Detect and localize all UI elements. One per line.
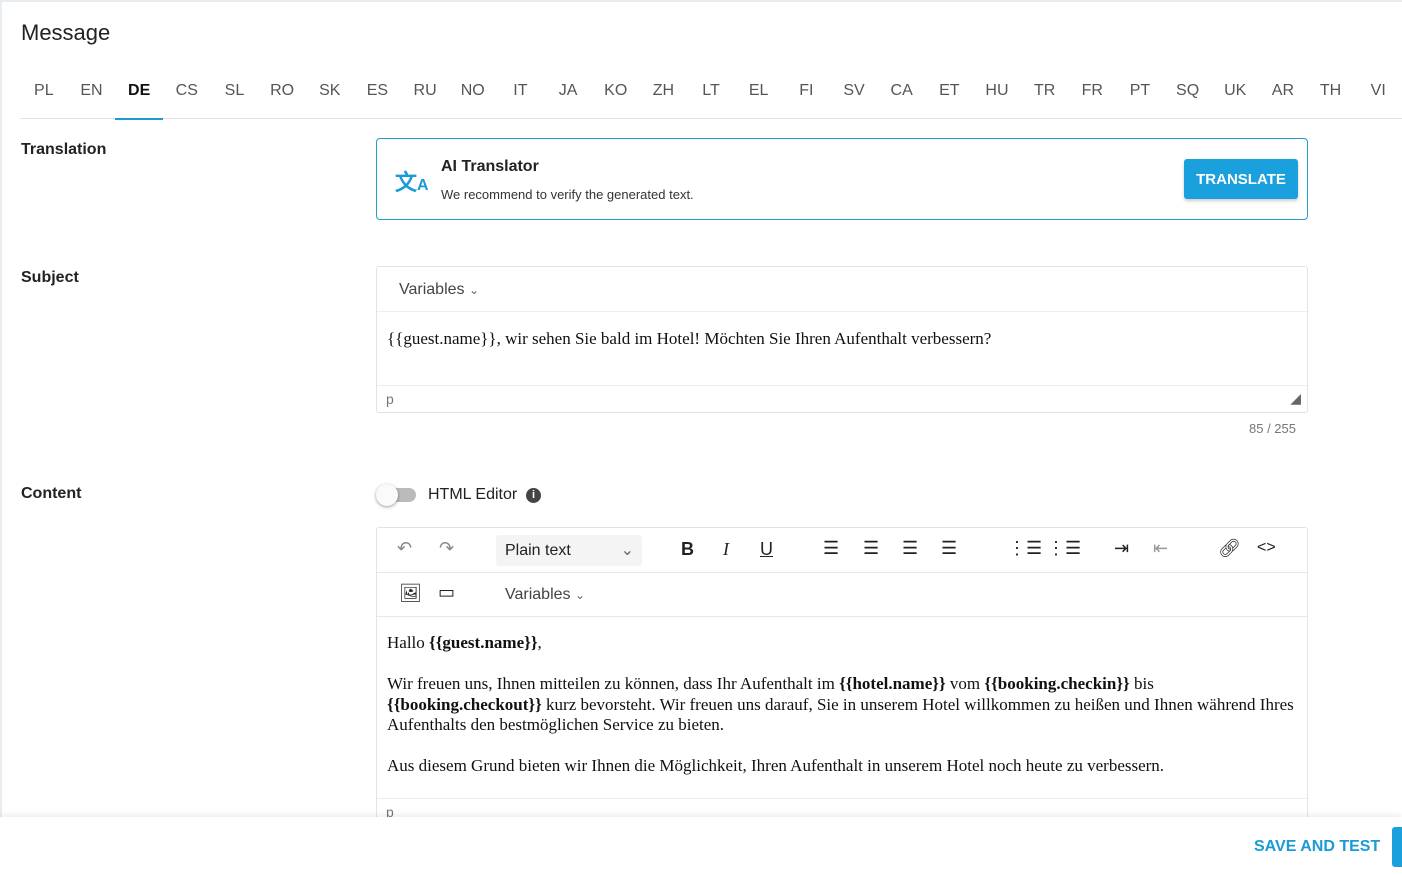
tab-vi[interactable]: VI xyxy=(1354,70,1402,119)
tab-hu[interactable]: HU xyxy=(973,70,1021,119)
tab-zh[interactable]: ZH xyxy=(640,70,688,119)
html-editor-toggle[interactable] xyxy=(376,484,416,506)
left-border xyxy=(0,0,2,820)
tab-de[interactable]: DE xyxy=(115,70,163,120)
text-run: Aus diesem Grund bieten wir Ihnen die Mö… xyxy=(387,756,1165,775)
translate-button[interactable]: TRANSLATE xyxy=(1184,159,1298,199)
content-paragraph: Hallo {{guest.name}}, xyxy=(387,633,1297,654)
image-icon[interactable]: 🖼︎ xyxy=(399,583,422,604)
align-justify-icon[interactable]: ☰ xyxy=(941,538,957,559)
tab-el[interactable]: EL xyxy=(735,70,783,119)
tab-fr[interactable]: FR xyxy=(1068,70,1116,119)
text-run: bis xyxy=(1129,674,1154,693)
italic-icon[interactable]: I xyxy=(723,539,729,560)
subject-toolbar: Variables ⌄ xyxy=(377,267,1307,312)
subject-label: Subject xyxy=(21,269,79,286)
ai-translator-subtitle: We recommend to verify the generated tex… xyxy=(441,187,694,202)
tab-ro[interactable]: RO xyxy=(258,70,306,119)
underline-icon[interactable]: U xyxy=(760,539,773,560)
numbered-list-icon[interactable]: ⋮☰ xyxy=(1047,538,1081,559)
tab-ar[interactable]: AR xyxy=(1259,70,1307,119)
variables-label: Variables xyxy=(505,586,571,603)
text-run: Hallo xyxy=(387,633,430,652)
content-label: Content xyxy=(21,485,82,502)
character-count: 85 / 255 xyxy=(1249,421,1296,436)
chevron-down-icon: ⌄ xyxy=(620,542,634,559)
tab-sq[interactable]: SQ xyxy=(1164,70,1212,119)
tab-uk[interactable]: UK xyxy=(1211,70,1259,119)
content-paragraph: Aus diesem Grund bieten wir Ihnen die Mö… xyxy=(387,756,1297,777)
save-and-test-button[interactable]: SAVE AND TEST xyxy=(1254,838,1380,856)
variables-label: Variables xyxy=(399,281,465,298)
tab-sk[interactable]: SK xyxy=(306,70,354,119)
tab-tr[interactable]: TR xyxy=(1021,70,1069,119)
redo-icon[interactable]: ↷ xyxy=(439,538,454,559)
tab-et[interactable]: ET xyxy=(925,70,973,119)
outdent-icon[interactable]: ⇤ xyxy=(1153,538,1168,559)
resize-handle-icon[interactable]: ◢ xyxy=(1290,390,1301,407)
content-paragraph: Wir freuen uns, Ihnen mitteilen zu könne… xyxy=(387,674,1297,736)
subject-input[interactable]: {{guest.name}}, wir sehen Sie bald im Ho… xyxy=(377,312,1307,385)
format-value: Plain text xyxy=(505,542,571,559)
element-path: p xyxy=(386,391,394,407)
tab-ja[interactable]: JA xyxy=(544,70,592,119)
translation-label: Translation xyxy=(21,141,107,158)
tab-sv[interactable]: SV xyxy=(830,70,878,119)
tab-fi[interactable]: FI xyxy=(783,70,831,119)
tab-ko[interactable]: KO xyxy=(592,70,640,119)
top-border xyxy=(0,0,1402,2)
bold-icon[interactable]: B xyxy=(681,539,694,560)
chevron-down-icon: ⌄ xyxy=(574,588,586,602)
content-editor: ↶ ↷ Plain text ⌄ B I U ☰ ☰ ☰ ☰ ⋮☰ ⋮☰ ⇥ ⇤ … xyxy=(376,527,1308,827)
tab-cs[interactable]: CS xyxy=(163,70,211,119)
tab-pl[interactable]: PL xyxy=(20,70,68,119)
align-left-icon[interactable]: ☰ xyxy=(823,538,839,559)
text-run: vom xyxy=(945,674,985,693)
content-body[interactable]: Hallo {{guest.name}}, Wir freuen uns, Ihn… xyxy=(377,617,1307,777)
indent-icon[interactable]: ⇥ xyxy=(1114,538,1129,559)
info-icon[interactable]: i xyxy=(526,488,541,503)
tab-ru[interactable]: RU xyxy=(401,70,449,119)
tab-lt[interactable]: LT xyxy=(687,70,735,119)
variable-token: {{hotel.name}} xyxy=(839,674,946,693)
tab-ca[interactable]: CA xyxy=(878,70,926,119)
link-icon[interactable]: 🔗︎ xyxy=(1218,538,1241,559)
code-icon[interactable]: <> xyxy=(1257,539,1276,557)
tab-pt[interactable]: PT xyxy=(1116,70,1164,119)
tab-it[interactable]: IT xyxy=(497,70,545,119)
save-button[interactable] xyxy=(1392,827,1402,867)
footer-bar xyxy=(0,817,1402,875)
page-title: Message xyxy=(21,20,111,45)
tab-en[interactable]: EN xyxy=(68,70,116,119)
media-icon[interactable]: ▭ xyxy=(438,582,455,603)
format-select[interactable]: Plain text ⌄ xyxy=(496,535,642,566)
bullet-list-icon[interactable]: ⋮☰ xyxy=(1008,538,1042,559)
chevron-down-icon: ⌄ xyxy=(468,283,480,297)
tab-sl[interactable]: SL xyxy=(211,70,259,119)
editor-toolbar-row-2: 🖼︎ ▭ Variables ⌄ xyxy=(377,573,1307,617)
variable-token: {{guest.name}} xyxy=(429,633,538,652)
subject-variables-dropdown[interactable]: Variables ⌄ xyxy=(399,281,479,298)
variable-token: {{booking.checkout}} xyxy=(387,694,542,714)
subject-status-bar: p ◢ xyxy=(377,385,1307,413)
text-run: Wir freuen uns, Ihnen mitteilen zu könne… xyxy=(387,674,840,693)
language-tabs: PL EN DE CS SL RO SK ES RU NO IT JA KO ZH LT EL FI SV CA ET… xyxy=(20,70,1402,120)
subject-editor: Variables ⌄ {{guest.name}}, wir sehen Si… xyxy=(376,266,1308,413)
align-right-icon[interactable]: ☰ xyxy=(902,538,918,559)
tab-no[interactable]: NO xyxy=(449,70,497,119)
ai-translator-title: AI Translator xyxy=(441,158,539,175)
variable-token: {{booking.checkin}} xyxy=(984,674,1130,693)
undo-icon[interactable]: ↶ xyxy=(397,538,412,559)
ai-translator-panel: 文A AI Translator We recommend to verify … xyxy=(376,138,1308,220)
editor-toolbar-row-1: ↶ ↷ Plain text ⌄ B I U ☰ ☰ ☰ ☰ ⋮☰ ⋮☰ ⇥ ⇤ … xyxy=(377,528,1307,573)
tab-th[interactable]: TH xyxy=(1307,70,1355,119)
html-editor-label: HTML Editor xyxy=(428,486,518,503)
content-variables-dropdown[interactable]: Variables ⌄ xyxy=(505,586,585,604)
text-run: , xyxy=(537,633,542,652)
tab-es[interactable]: ES xyxy=(354,70,402,119)
align-center-icon[interactable]: ☰ xyxy=(863,538,879,559)
translate-icon: 文A xyxy=(395,170,429,195)
